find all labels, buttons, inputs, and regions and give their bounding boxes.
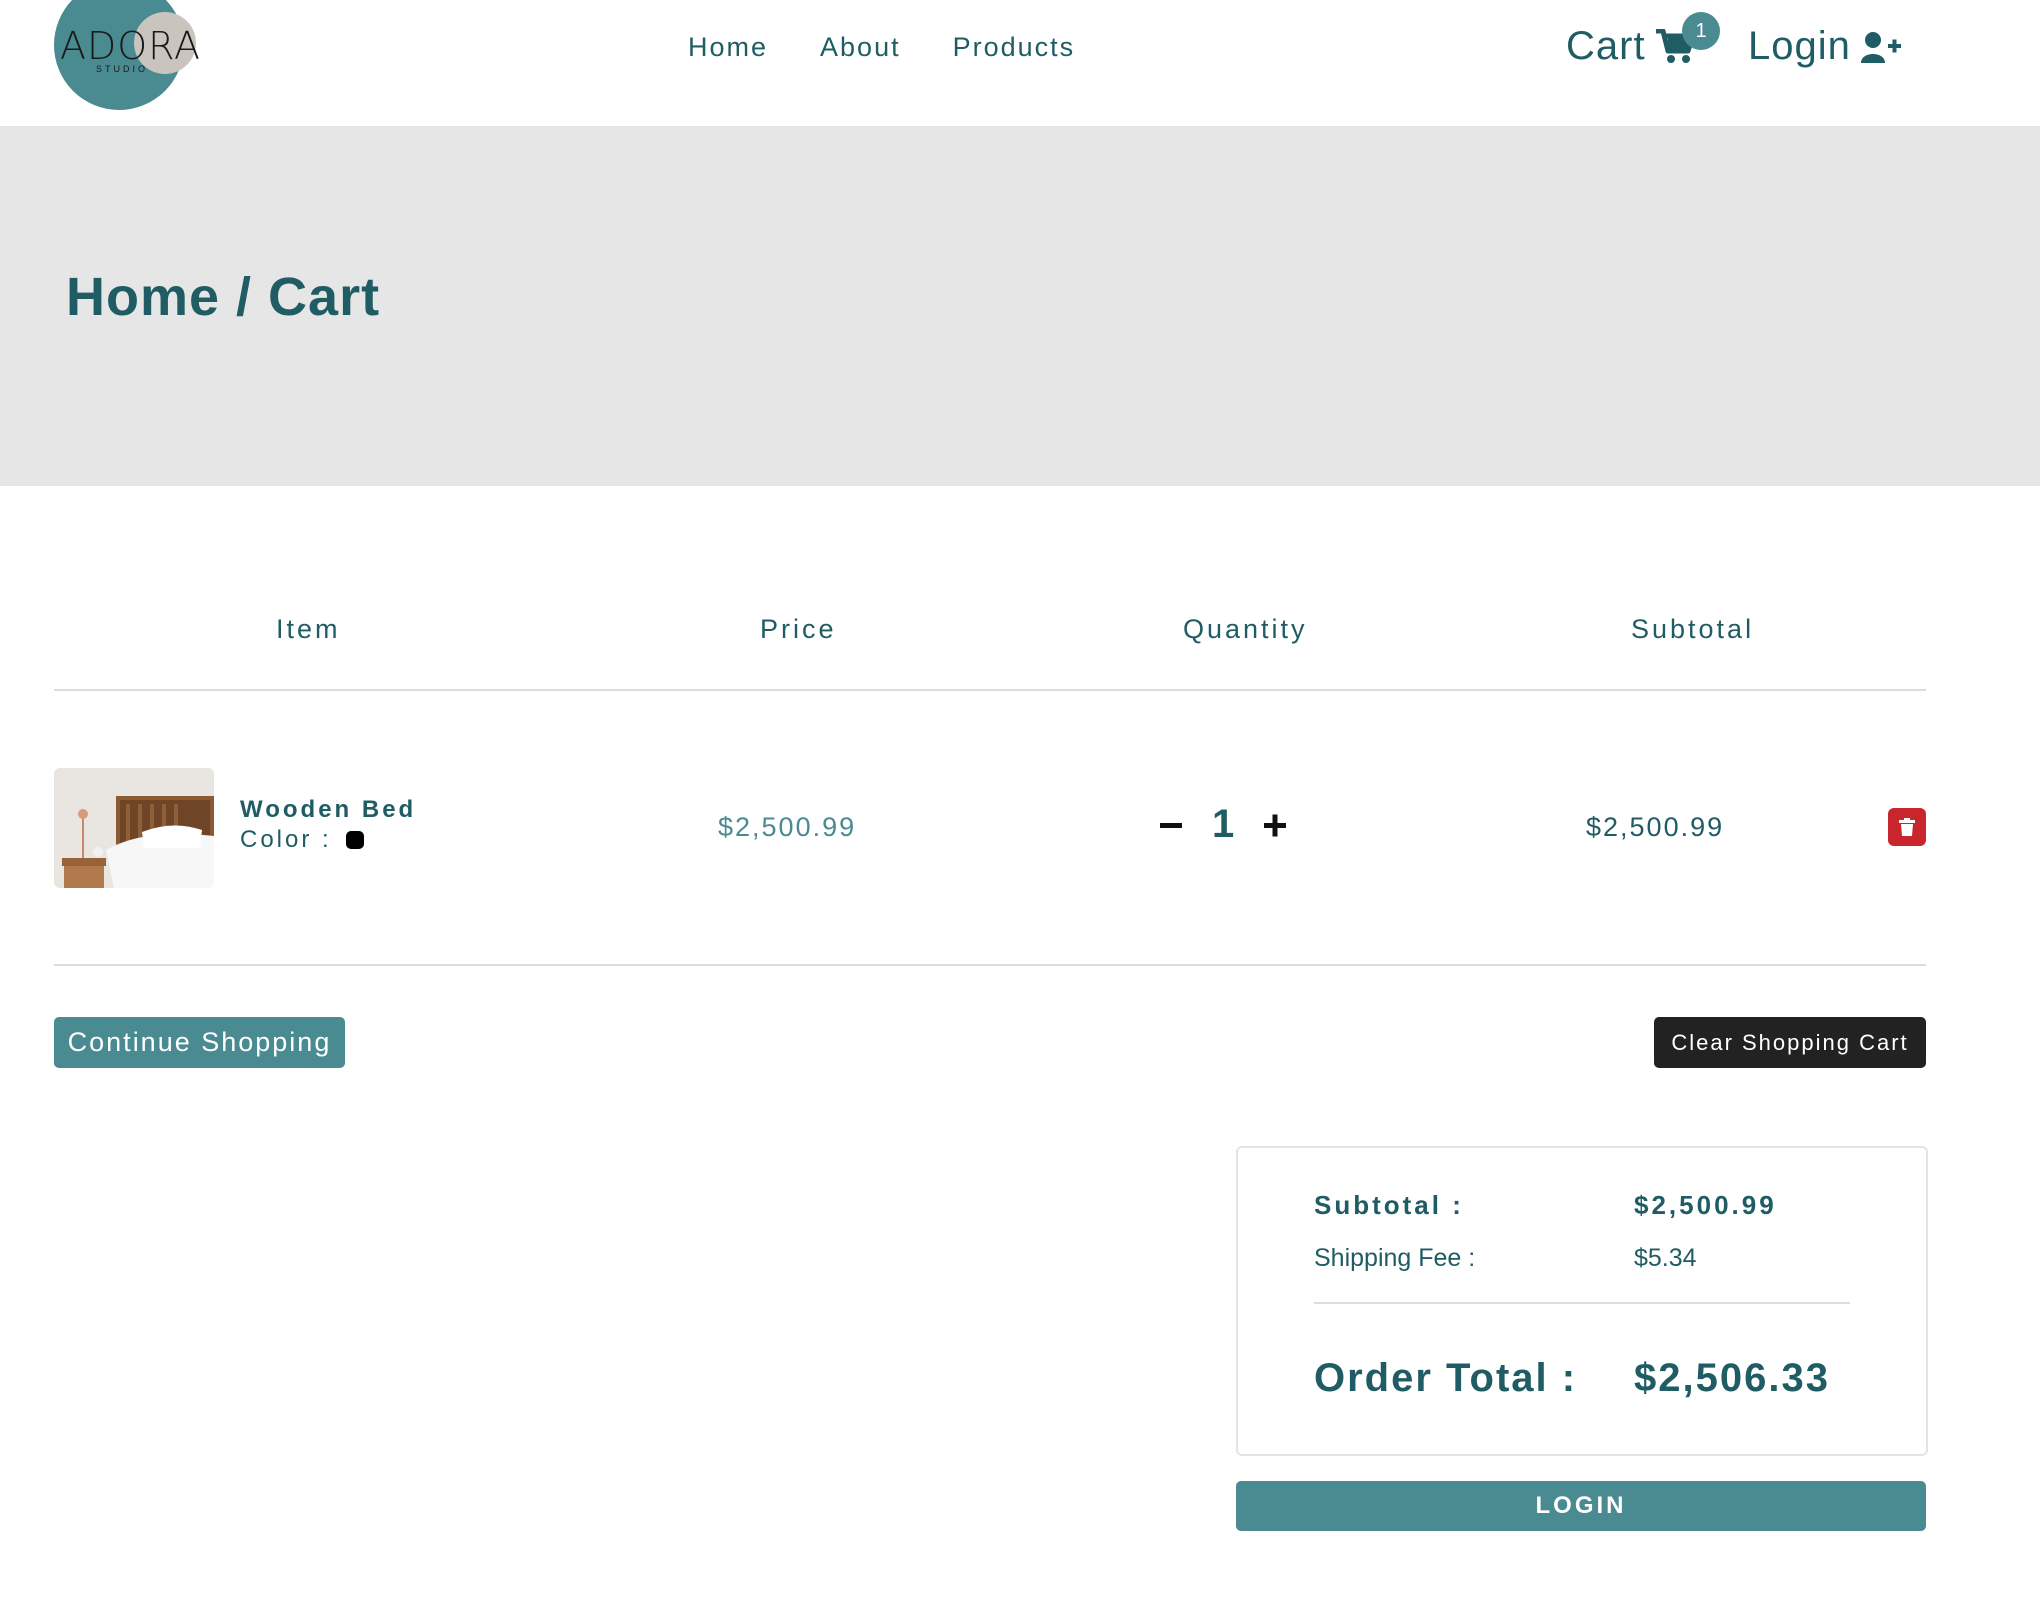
nav-home[interactable]: Home (688, 32, 768, 63)
increase-quantity-button[interactable] (1258, 800, 1292, 848)
shipping-fee-value: $5.34 (1634, 1244, 1697, 1272)
remove-item-button[interactable] (1888, 808, 1926, 846)
minus-icon (1160, 823, 1182, 828)
product-image (54, 768, 214, 888)
order-total-value: $2,506.33 (1634, 1356, 1830, 1400)
color-swatch (345, 831, 364, 849)
main-nav: Home About Products (688, 32, 1075, 63)
login-button[interactable]: LOGIN (1236, 1481, 1926, 1531)
product-color: Color : (240, 826, 364, 854)
column-header-price: Price (760, 614, 837, 644)
table-header-divider (54, 689, 1926, 691)
quantity-stepper: 1 (1154, 800, 1292, 848)
column-header-item: Item (276, 614, 341, 644)
clear-cart-button[interactable]: Clear Shopping Cart (1654, 1017, 1926, 1068)
plus-icon (1264, 814, 1287, 837)
cart-link[interactable]: Cart (1566, 24, 1696, 69)
breadcrumb: Home / Cart (66, 267, 381, 327)
site-header: ADORA STUDIO Home About Products Cart 1 … (0, 0, 2040, 126)
adora-logo[interactable]: ADORA STUDIO (54, 0, 204, 120)
table-footer-divider (54, 964, 1926, 966)
column-header-quantity: Quantity (1183, 614, 1308, 644)
quantity-value: 1 (1212, 801, 1235, 846)
column-header-subtotal: Subtotal (1631, 614, 1755, 644)
user-plus-icon (1860, 31, 1901, 63)
cart-count-badge: 1 (1682, 12, 1720, 50)
shipping-fee-label: Shipping Fee : (1314, 1244, 1476, 1272)
row-subtotal: $2,500.99 (1586, 812, 1725, 842)
color-label: Color : (240, 826, 332, 853)
decrease-quantity-button[interactable] (1154, 800, 1188, 848)
subtotal-label: Subtotal : (1314, 1190, 1464, 1220)
trash-icon (1899, 818, 1915, 836)
order-summary: Subtotal : $2,500.99 Shipping Fee : $5.3… (1236, 1146, 1928, 1456)
nav-products[interactable]: Products (953, 32, 1076, 63)
nav-about[interactable]: About (820, 32, 901, 63)
page-hero: Home / Cart (0, 126, 2040, 486)
login-label: Login (1748, 24, 1851, 68)
order-total-label: Order Total : (1314, 1356, 1578, 1400)
login-link[interactable]: Login (1748, 24, 1901, 69)
logo-word: ADORA (60, 24, 202, 68)
logo-subtext: STUDIO (96, 64, 149, 74)
summary-divider (1314, 1302, 1850, 1304)
cart-label: Cart (1566, 24, 1646, 68)
subtotal-value: $2,500.99 (1634, 1190, 1777, 1220)
continue-shopping-button[interactable]: Continue Shopping (54, 1017, 345, 1068)
product-name: Wooden Bed (240, 796, 417, 823)
product-price: $2,500.99 (718, 812, 857, 842)
wooden-bed-photo (54, 768, 214, 888)
